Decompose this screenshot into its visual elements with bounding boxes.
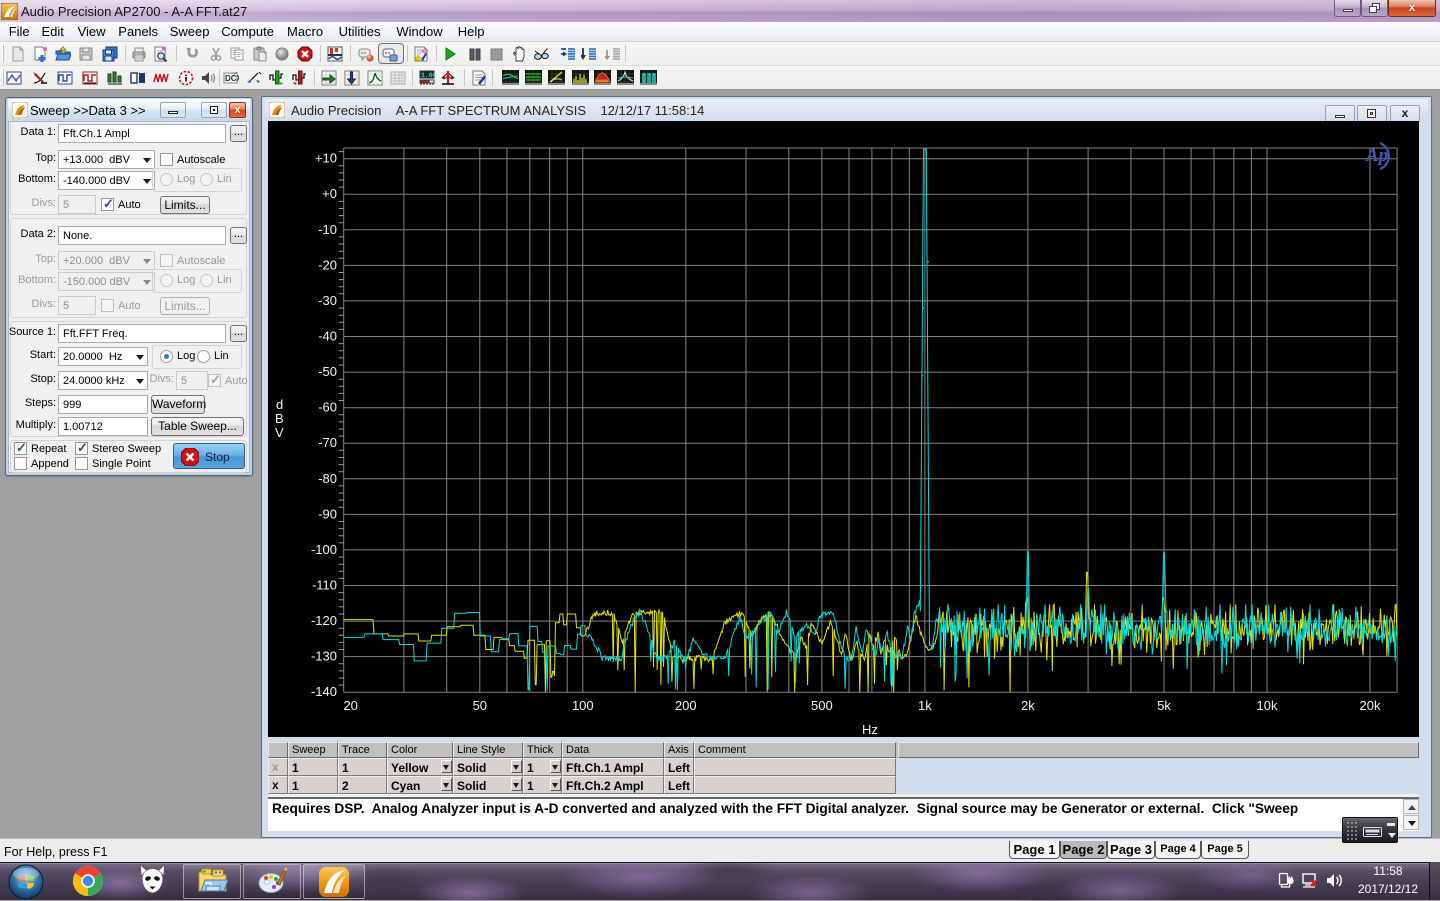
svg-text:Ap: Ap [1365,145,1388,166]
svg-text:10k: 10k [1257,698,1278,713]
svg-text:DCX: DCX [225,74,239,83]
svg-text:-120: -120 [311,613,337,628]
svg-text:-110: -110 [312,578,337,593]
svg-text:100: 100 [572,698,594,713]
svg-text:-30: -30 [318,293,337,308]
svg-text:-90: -90 [318,506,337,521]
svg-text:-40: -40 [318,329,337,344]
svg-text:V: V [275,425,284,440]
svg-text:20: 20 [343,698,357,713]
svg-text:-70: -70 [318,435,337,450]
svg-text:+10: +10 [315,151,337,166]
svg-text:-20: -20 [318,257,337,272]
svg-text:-60: -60 [318,400,337,415]
svg-text:50: 50 [473,698,487,713]
svg-text:5k: 5k [1157,698,1171,713]
svg-text:200: 200 [675,698,697,713]
svg-text:d: d [276,397,283,412]
svg-text:-80: -80 [318,471,337,486]
svg-text:Hz: Hz [862,722,878,737]
svg-text:500: 500 [811,698,833,713]
svg-text:1k: 1k [918,698,932,713]
svg-text:-50: -50 [318,364,337,379]
svg-text:+0: +0 [322,186,337,201]
svg-text:-130: -130 [311,649,337,664]
svg-text:1.00: 1.00 [421,72,435,79]
svg-text:-140: -140 [311,684,337,699]
svg-text:2k: 2k [1021,698,1035,713]
svg-text:-10: -10 [318,222,337,237]
svg-text:20k: 20k [1360,698,1381,713]
svg-text:-100: -100 [311,542,337,557]
svg-text:B: B [275,411,284,426]
